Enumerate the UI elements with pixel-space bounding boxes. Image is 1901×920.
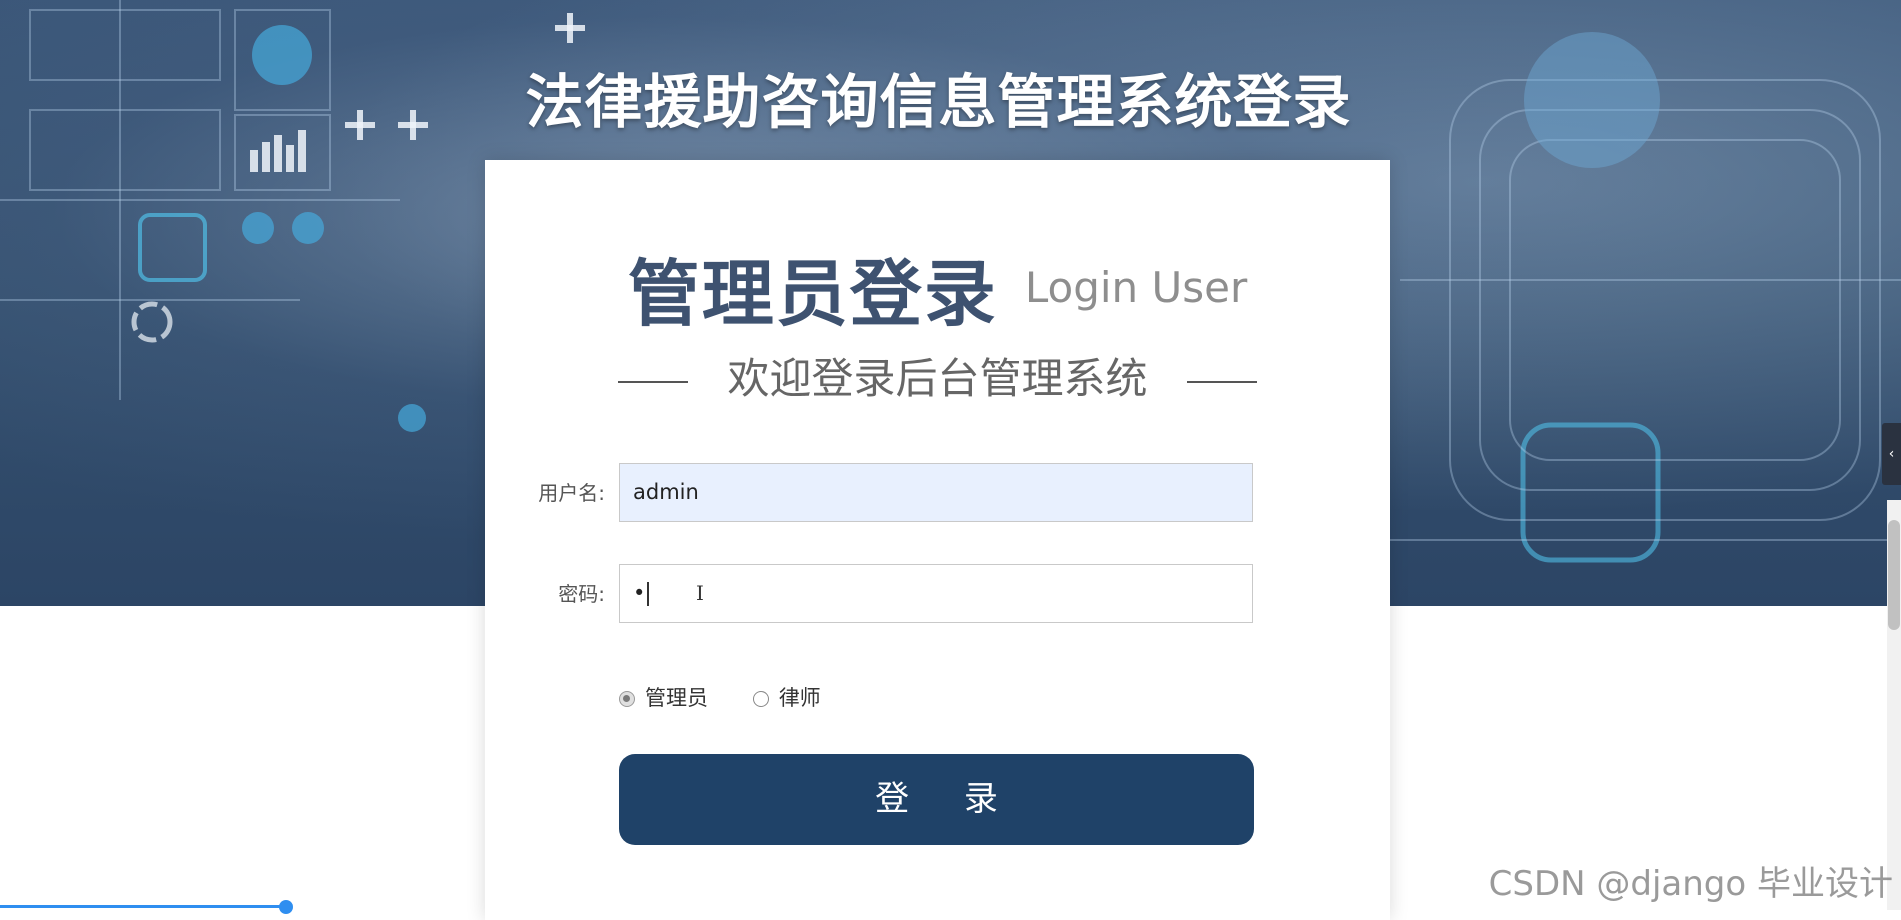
scrollbar-thumb[interactable] xyxy=(1888,520,1900,630)
chevron-left-icon: ‹ xyxy=(1888,446,1895,462)
card-heading: 管理员登录 Login User xyxy=(485,235,1390,340)
divider-left xyxy=(618,380,689,383)
progress-dot xyxy=(279,900,293,914)
ibeam-cursor-icon: I xyxy=(696,581,704,605)
password-row: 密码: • I xyxy=(485,564,1390,625)
login-card: 管理员登录 Login User 欢迎登录后台管理系统 用户名: admin 密… xyxy=(485,160,1390,920)
username-row: 用户名: admin xyxy=(485,463,1390,524)
card-heading-cn: 管理员登录 xyxy=(627,252,998,336)
username-value: admin xyxy=(633,480,699,504)
page-load-progress xyxy=(0,905,287,908)
page-title: 法律援助咨询信息管理系统登录 xyxy=(525,68,1352,136)
card-heading-en: Login User xyxy=(1024,263,1248,312)
side-panel-toggle[interactable]: ‹ xyxy=(1882,423,1901,485)
watermark: CSDN @django 毕业设计 xyxy=(1488,864,1893,904)
divider-right xyxy=(1186,380,1257,383)
role-option-admin[interactable]: 管理员 xyxy=(619,682,708,712)
text-caret xyxy=(647,582,650,606)
radio-unchecked-icon[interactable] xyxy=(752,691,769,707)
password-label: 密码: xyxy=(558,582,605,606)
login-button[interactable]: 登 录 xyxy=(619,754,1254,845)
username-input[interactable]: admin xyxy=(619,463,1253,522)
role-label-lawyer: 律师 xyxy=(778,686,821,710)
password-value: • xyxy=(633,581,646,605)
role-label-admin: 管理员 xyxy=(645,686,708,710)
card-subtitle-row: 欢迎登录后台管理系统 xyxy=(485,345,1390,406)
card-subtitle: 欢迎登录后台管理系统 xyxy=(727,354,1148,403)
password-input[interactable]: • I xyxy=(619,564,1253,623)
username-label: 用户名: xyxy=(538,481,605,505)
role-selector: 管理员 律师 xyxy=(619,682,859,712)
radio-checked-icon[interactable] xyxy=(619,691,635,707)
role-option-lawyer[interactable]: 律师 xyxy=(752,682,821,712)
